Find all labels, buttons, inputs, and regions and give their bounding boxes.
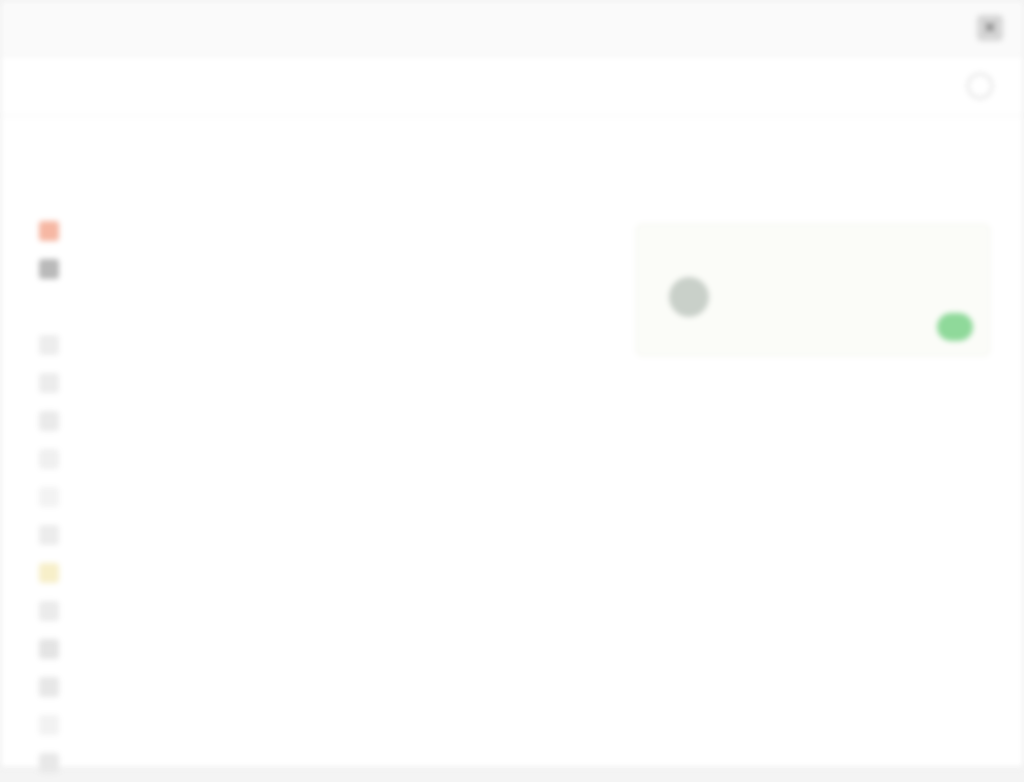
detail-row bbox=[601, 612, 991, 648]
sidebar-item[interactable] bbox=[31, 706, 281, 744]
detail-row bbox=[601, 648, 991, 684]
sidebar-item[interactable] bbox=[31, 478, 281, 516]
detail-row bbox=[601, 396, 991, 432]
item-icon bbox=[39, 525, 59, 545]
yellow-icon bbox=[39, 563, 59, 583]
sidebar-item[interactable] bbox=[31, 136, 281, 174]
avatar bbox=[669, 277, 709, 317]
close-icon: ✕ bbox=[983, 20, 997, 37]
item-icon bbox=[39, 639, 59, 659]
sidebar-item[interactable] bbox=[31, 402, 281, 440]
sidebar-item[interactable] bbox=[31, 516, 281, 554]
dark-icon bbox=[39, 259, 59, 279]
detail-row bbox=[601, 432, 991, 468]
detail-row bbox=[601, 540, 991, 576]
sidebar-item[interactable] bbox=[31, 592, 281, 630]
item-icon bbox=[39, 145, 59, 165]
right-panel bbox=[626, 176, 996, 366]
detail-row bbox=[601, 504, 991, 540]
info-card bbox=[636, 224, 990, 356]
item-icon bbox=[39, 335, 59, 355]
sidebar-item[interactable] bbox=[31, 668, 281, 706]
item-icon bbox=[39, 297, 59, 317]
sidebar-item[interactable] bbox=[31, 250, 281, 288]
item-icon bbox=[39, 677, 59, 697]
sidebar-item[interactable] bbox=[31, 174, 281, 212]
user-circle-icon[interactable] bbox=[967, 73, 993, 99]
sidebar-item[interactable] bbox=[31, 326, 281, 364]
sidebar bbox=[31, 136, 281, 773]
sidebar-item[interactable] bbox=[31, 630, 281, 668]
orange-icon bbox=[39, 221, 59, 241]
sidebar-item[interactable] bbox=[31, 554, 281, 592]
detail-row bbox=[601, 576, 991, 612]
card-action-button[interactable] bbox=[937, 313, 973, 341]
sidebar-item[interactable] bbox=[31, 364, 281, 402]
item-icon bbox=[39, 487, 59, 507]
item-icon bbox=[39, 715, 59, 735]
sidebar-item[interactable] bbox=[31, 744, 281, 782]
item-icon bbox=[39, 183, 59, 203]
window-titlebar: ✕ bbox=[1, 1, 1023, 56]
app-header bbox=[1, 55, 1023, 116]
sidebar-item[interactable] bbox=[31, 212, 281, 250]
app-window: ✕ bbox=[0, 0, 1024, 773]
sidebar-item[interactable] bbox=[31, 440, 281, 478]
item-icon bbox=[39, 753, 59, 773]
detail-row bbox=[601, 468, 991, 504]
item-icon bbox=[39, 373, 59, 393]
item-icon bbox=[39, 411, 59, 431]
details-list bbox=[601, 396, 991, 736]
item-icon bbox=[39, 601, 59, 621]
sidebar-item[interactable] bbox=[31, 288, 281, 326]
item-icon bbox=[39, 449, 59, 469]
close-button[interactable]: ✕ bbox=[977, 15, 1003, 41]
